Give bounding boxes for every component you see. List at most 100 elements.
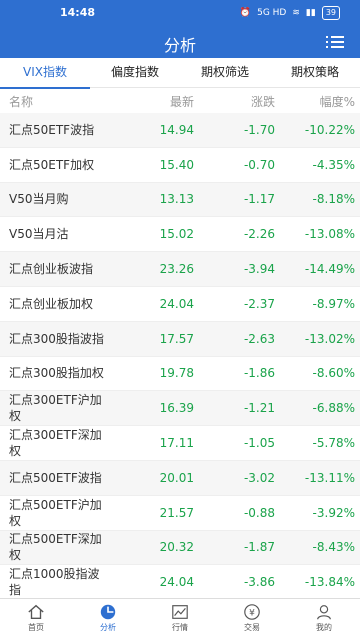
row-name: V50当月购 [9,192,69,207]
row-name: 汇点50ETF加权 [9,157,95,172]
row-latest: 13.13 [159,192,194,207]
row-latest: 17.11 [159,436,194,451]
user-icon [317,605,331,620]
row-pct: -6.88% [312,401,355,416]
tab-label: 偏度指数 [110,65,159,79]
row-name: 汇点300ETF深加权 [9,428,102,459]
table-row[interactable]: 汇点300股指波指 17.57 -2.63 -13.02% [0,321,360,357]
row-pct: -10.22% [304,122,355,137]
bottom-nav: 首页 分析 行情 ¥ 交易 我的 [0,598,360,640]
table-row[interactable]: 汇点500ETF深加权 20.32 -1.87 -8.43% [0,530,360,566]
tab-option-strategy[interactable]: 期权策略 [270,58,360,88]
app-header: 分析 [0,26,360,58]
row-latest: 15.40 [159,157,194,172]
column-latest[interactable]: 最新 [170,93,194,110]
row-change: -2.26 [243,227,275,242]
nav-analysis[interactable]: 分析 [72,599,144,640]
tab-label: 期权策略 [290,65,339,79]
tab-option-filter[interactable]: 期权筛选 [180,58,270,88]
page-title: 分析 [163,36,196,55]
row-pct: -13.11% [304,470,355,485]
row-pct: -8.18% [312,192,355,207]
network-label: 5G HD [257,8,287,18]
column-pct[interactable]: 幅度% [320,93,355,110]
row-change: -1.87 [243,540,275,555]
row-change: -3.02 [243,470,275,485]
table-row[interactable]: 汇点500ETF沪加权 21.57 -0.88 -3.92% [0,496,360,531]
index-list: 汇点50ETF波指 14.94 -1.70 -10.22% 汇点50ETF加权 15.4… [0,113,360,598]
battery-icon: 39 [321,6,340,20]
row-change: -1.05 [243,436,275,451]
yen-icon: ¥ [244,604,260,620]
tab-label: VIX指数 [23,65,67,79]
row-change: -1.17 [243,192,275,207]
nav-label: 行情 [172,623,188,632]
tab-bar: VIX指数 偏度指数 期权筛选 期权策略 [0,58,360,89]
status-time: 14:48 [60,6,96,19]
tab-label: 期权筛选 [200,65,249,79]
table-row[interactable]: 汇点300股指加权 19.78 -1.86 -8.60% [0,357,360,392]
table-row[interactable]: 汇点300ETF沪加权 16.39 -1.21 -6.88% [0,391,360,427]
column-change[interactable]: 涨跌 [251,93,275,110]
row-change: -0.88 [243,505,275,520]
row-pct: -8.97% [312,296,355,311]
row-name: 汇点300股指加权 [9,366,104,381]
row-change: -3.86 [243,575,275,590]
row-latest: 16.39 [159,401,194,416]
nav-label: 首页 [28,623,44,632]
row-latest: 15.02 [159,227,194,242]
row-name: V50当月沽 [9,227,69,242]
line-chart-icon [172,605,188,619]
table-row[interactable]: 汇点创业板波指 23.26 -3.94 -14.49% [0,252,360,287]
row-name: 汇点500ETF深加权 [9,532,102,563]
table-header: 名称 最新 涨跌 幅度% [0,89,360,113]
table-row[interactable]: 汇点1000股指波指 24.04 -3.86 -13.84% [0,565,360,598]
table-row[interactable]: 汇点50ETF波指 14.94 -1.70 -10.22% [0,113,360,148]
row-pct: -14.49% [304,262,355,277]
row-change: -1.86 [243,366,275,381]
row-pct: -5.78% [312,436,355,451]
table-row[interactable]: 汇点创业板加权 24.04 -2.37 -8.97% [0,287,360,322]
row-name: 汇点创业板加权 [9,296,94,311]
pie-chart-icon [100,604,116,620]
nav-label: 分析 [100,623,116,632]
row-latest: 17.57 [159,331,194,346]
tab-skew-index[interactable]: 偏度指数 [90,58,180,88]
nav-home[interactable]: 首页 [0,599,72,640]
row-change: -2.37 [243,296,275,311]
alarm-icon: ⏰ [239,8,252,18]
row-name: 汇点1000股指波指 [9,567,100,598]
table-row[interactable]: V50当月购 13.13 -1.17 -8.18% [0,182,360,218]
row-name: 汇点创业板波指 [9,262,94,277]
table-row[interactable]: V50当月沽 15.02 -2.26 -13.08% [0,217,360,253]
tab-vix-index[interactable]: VIX指数 [0,58,90,89]
nav-trade[interactable]: ¥ 交易 [216,599,288,640]
nav-label: 我的 [316,623,332,632]
row-latest: 24.04 [159,296,194,311]
table-row[interactable]: 汇点50ETF加权 15.40 -0.70 -4.35% [0,148,360,183]
row-latest: 19.78 [159,366,194,381]
status-bar: 14:48 ⏰ 5G HD ≋ ▮▮ 39 [0,0,360,26]
status-icons: ⏰ 5G HD ≋ ▮▮ 39 [240,6,340,20]
row-change: -3.94 [243,262,275,277]
row-latest: 24.04 [159,575,194,590]
nav-me[interactable]: 我的 [288,599,360,640]
table-row[interactable]: 汇点300ETF深加权 17.11 -1.05 -5.78% [0,426,360,461]
row-name: 汇点300股指波指 [9,331,104,346]
wifi-icon: ≋ [292,8,300,18]
row-name: 汇点500ETF沪加权 [9,497,102,528]
row-latest: 23.26 [159,262,194,277]
table-row[interactable]: 汇点500ETF波指 20.01 -3.02 -13.11% [0,460,360,496]
row-change: -0.70 [243,157,275,172]
svg-text:¥: ¥ [249,609,255,619]
menu-icon[interactable] [326,34,344,50]
signal-icon: ▮▮ [305,8,316,18]
nav-label: 交易 [244,623,260,632]
row-pct: -13.84% [304,575,355,590]
row-pct: -4.35% [312,157,355,172]
row-pct: -3.92% [312,505,355,520]
nav-market[interactable]: 行情 [144,599,216,640]
row-latest: 20.32 [159,540,194,555]
row-name: 汇点300ETF沪加权 [9,393,102,424]
column-name[interactable]: 名称 [9,93,33,110]
